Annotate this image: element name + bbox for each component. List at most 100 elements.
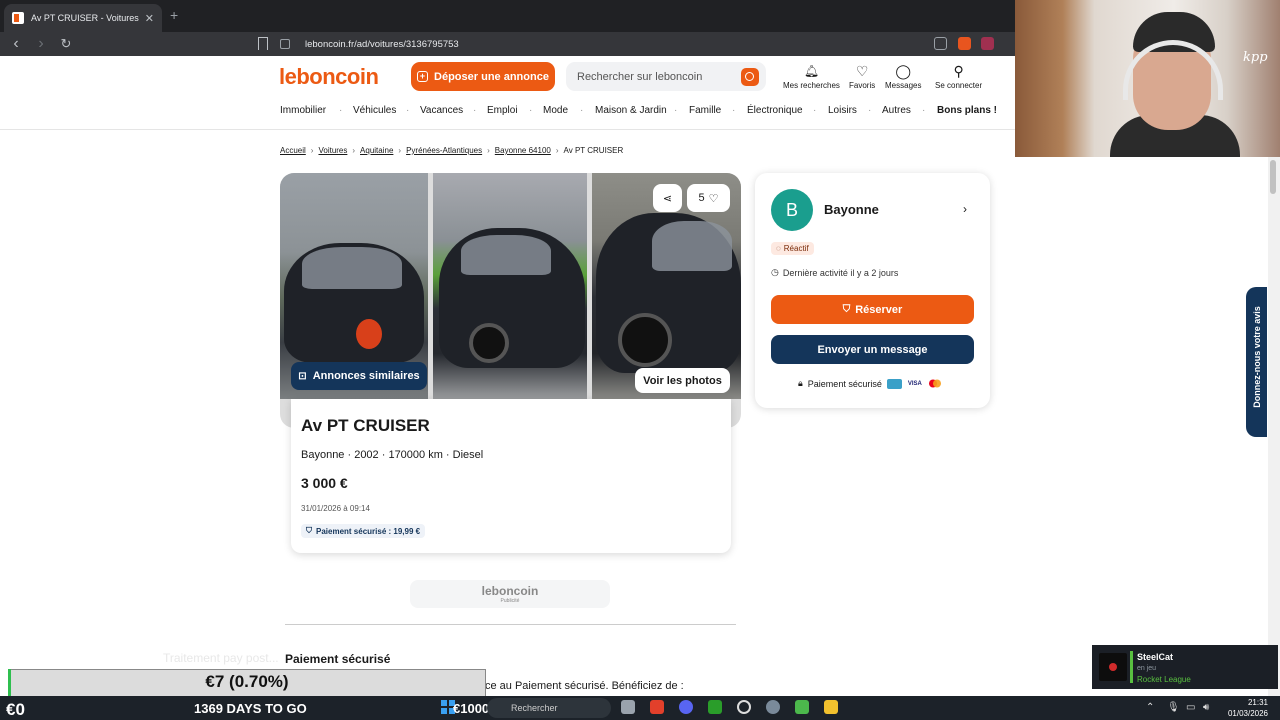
clock-time: 21:31 bbox=[1247, 698, 1268, 707]
nav-saved-searches-label: Mes recherches bbox=[783, 81, 840, 90]
share-page-icon[interactable] bbox=[934, 37, 947, 50]
search-icon[interactable] bbox=[741, 68, 759, 86]
url-text: leboncoin.fr/ad/voitures/3136795753 bbox=[305, 38, 459, 50]
bookmark-icon[interactable] bbox=[258, 37, 268, 50]
ad-subtitle: Bayonne · 2002 · 170000 km · Diesel bbox=[301, 449, 484, 461]
favorite-button[interactable]: 5 ♡ bbox=[687, 184, 730, 212]
obs-icon[interactable] bbox=[737, 700, 751, 714]
seller-name[interactable]: Bayonne bbox=[824, 202, 879, 217]
nav-separator: · bbox=[580, 105, 584, 116]
brave-shield-icon[interactable] bbox=[958, 37, 971, 50]
send-message-button[interactable]: Envoyer un message bbox=[771, 335, 974, 364]
stream-value-change: €7 (0.70%) bbox=[205, 672, 289, 691]
nav-item-immobilier[interactable]: Immobilier bbox=[280, 105, 326, 116]
feedback-label: Donnez-nous votre avis bbox=[1252, 306, 1262, 408]
similar-ads-label: Annonces similaires bbox=[312, 370, 420, 382]
nav-messages[interactable]: ◯ Messages bbox=[885, 63, 921, 90]
network-icon[interactable]: ▭ bbox=[1186, 702, 1195, 713]
nav-separator: · bbox=[674, 105, 678, 116]
secure-payment-badge-label: Paiement sécurisé : 19,99 € bbox=[316, 526, 421, 536]
nav-saved-searches[interactable]: 🔔︎ Mes recherches bbox=[783, 63, 840, 90]
shield-icon: ⛉ bbox=[842, 304, 851, 315]
nav-separator: · bbox=[868, 105, 872, 116]
tab-close-icon[interactable]: ✕ bbox=[145, 12, 154, 25]
browser-tab-bar: Av PT CRUISER - Voitures ✕ + bbox=[0, 0, 1015, 32]
chevron-up-icon[interactable]: ⌃ bbox=[1146, 702, 1154, 713]
advertisement[interactable]: leboncoin Publicité bbox=[410, 580, 610, 608]
nav-login-label: Se connecter bbox=[935, 81, 983, 90]
scrollbar-thumb[interactable] bbox=[1270, 160, 1276, 194]
forward-icon[interactable]: › bbox=[31, 35, 51, 53]
chevron-right-icon[interactable]: › bbox=[963, 202, 967, 216]
tab-title: Av PT CRUISER - Voitures bbox=[31, 13, 139, 23]
brave-browser-icon[interactable] bbox=[650, 700, 664, 714]
kpp-logo: kpp bbox=[1243, 50, 1268, 65]
app-icon[interactable] bbox=[708, 700, 722, 714]
nav-separator: · bbox=[922, 105, 926, 116]
steam-status: en jeu bbox=[1137, 665, 1157, 672]
chevron-right-icon: › bbox=[487, 146, 490, 155]
overlay-ghost-text: Traitement pay post... bbox=[163, 651, 279, 665]
spreadsheet-icon[interactable] bbox=[795, 700, 809, 714]
task-view-icon[interactable] bbox=[621, 700, 635, 714]
nav-item-maison-jardin[interactable]: Maison & Jardin bbox=[595, 105, 667, 116]
stream-balance: €0 bbox=[6, 700, 25, 719]
car-photo-2[interactable] bbox=[433, 173, 587, 399]
feedback-tab[interactable]: Donnez-nous votre avis bbox=[1246, 287, 1267, 437]
scrollbar-track[interactable] bbox=[1268, 157, 1280, 720]
reserve-button[interactable]: ⛉ Réserver bbox=[771, 295, 974, 324]
url-field[interactable]: leboncoin.fr/ad/voitures/3136795753 bbox=[280, 35, 1000, 53]
lock-icon: 🔒︎ bbox=[798, 378, 803, 388]
microphone-icon[interactable]: 🎙︎ bbox=[1167, 702, 1180, 713]
volume-icon[interactable]: 🔊︎ bbox=[1203, 702, 1209, 713]
nav-item-mode[interactable]: Mode bbox=[543, 105, 568, 116]
back-icon[interactable]: ‹ bbox=[6, 35, 26, 53]
chat-icon: ◌ bbox=[776, 244, 781, 253]
nav-favorites[interactable]: ♡ Favoris bbox=[849, 63, 875, 90]
browser-tab[interactable]: Av PT CRUISER - Voitures ✕ bbox=[4, 4, 162, 32]
breadcrumb-link[interactable]: Accueil bbox=[280, 146, 306, 155]
nav-item-electronique[interactable]: Électronique bbox=[747, 105, 803, 116]
breadcrumb-link[interactable]: Voitures bbox=[318, 146, 347, 155]
nav-item-loisirs[interactable]: Loisirs bbox=[828, 105, 857, 116]
bell-icon: 🔔︎ bbox=[803, 64, 820, 78]
search-input[interactable]: Rechercher sur leboncoin bbox=[566, 62, 766, 91]
taskbar-search[interactable]: Rechercher bbox=[487, 698, 611, 718]
breadcrumb-link[interactable]: Pyrénées-Atlantiques bbox=[406, 146, 482, 155]
taskbar-clock[interactable]: 21:31 01/03/2026 bbox=[1224, 697, 1268, 719]
breadcrumb: Accueil › Voitures › Aquitaine › Pyrénées-A… bbox=[280, 146, 623, 155]
post-ad-label: Déposer une annonce bbox=[434, 70, 549, 83]
nav-item-vacances[interactable]: Vacances bbox=[420, 105, 463, 116]
car-windshield bbox=[461, 235, 551, 275]
share-button[interactable]: ⋖ bbox=[653, 184, 682, 212]
nav-item-famille[interactable]: Famille bbox=[689, 105, 721, 116]
nav-item-autres[interactable]: Autres bbox=[882, 105, 911, 116]
brave-rewards-icon[interactable] bbox=[981, 37, 994, 50]
share-icon: ⋖ bbox=[662, 192, 673, 205]
breadcrumb-link[interactable]: Aquitaine bbox=[360, 146, 393, 155]
webcam-overlay: kpp bbox=[1015, 0, 1280, 157]
stream-days-counter: 1369 DAYS TO GO bbox=[194, 701, 307, 716]
see-photos-button[interactable]: Voir les photos bbox=[635, 368, 730, 393]
discord-icon[interactable] bbox=[679, 700, 693, 714]
site-info-icon[interactable] bbox=[280, 39, 290, 49]
nav-item-bons-plans[interactable]: Bons plans ! bbox=[937, 105, 997, 116]
similar-ads-button[interactable]: ⊡ Annonces similaires bbox=[291, 362, 427, 390]
heart-icon: ♡ bbox=[708, 192, 719, 205]
new-tab-button[interactable]: + bbox=[170, 7, 178, 23]
avatar[interactable]: B bbox=[771, 189, 813, 231]
nav-item-vehicules[interactable]: Véhicules bbox=[353, 105, 396, 116]
post-ad-button[interactable]: + Déposer une annonce bbox=[411, 62, 555, 91]
car-wheel bbox=[618, 313, 672, 367]
reload-icon[interactable]: ↻ bbox=[56, 36, 76, 52]
reactive-badge: ◌ Réactif bbox=[771, 242, 814, 255]
site-logo[interactable]: leboncoin bbox=[279, 64, 379, 90]
nav-item-emploi[interactable]: Emploi bbox=[487, 105, 518, 116]
nav-login[interactable]: ⚲ Se connecter bbox=[935, 63, 982, 90]
nav-separator: · bbox=[339, 105, 343, 116]
steam-name: SteelCat bbox=[1137, 652, 1174, 662]
breadcrumb-link[interactable]: Bayonne 64100 bbox=[495, 146, 551, 155]
folder-icon[interactable] bbox=[824, 700, 838, 714]
settings-icon[interactable] bbox=[766, 700, 780, 714]
car-side-window bbox=[652, 221, 732, 271]
